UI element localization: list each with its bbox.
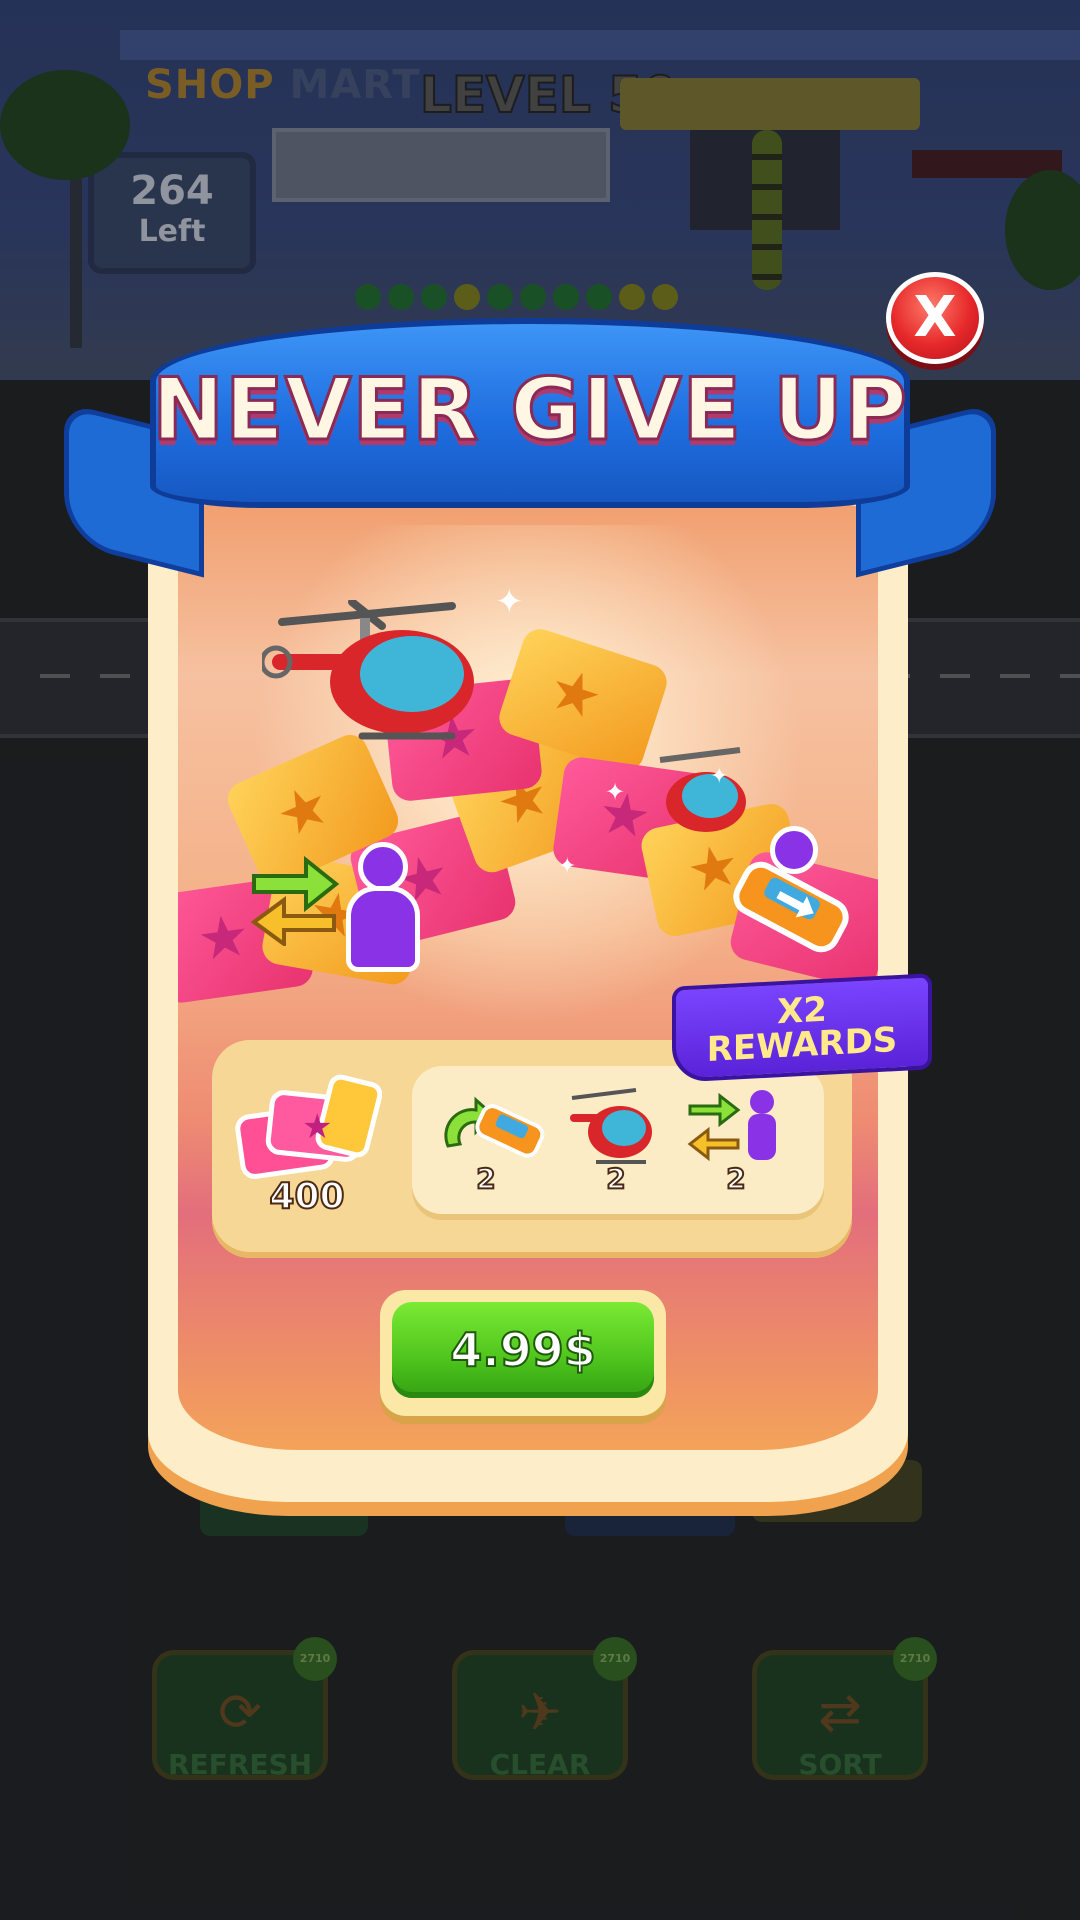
- sparkle-icon: ✦: [710, 764, 729, 789]
- ticket-amount: 400: [268, 1175, 345, 1218]
- svg-text:★: ★: [302, 1107, 332, 1147]
- sort-booster-count: 2: [725, 1161, 746, 1196]
- purchase-price[interactable]: 4.99$: [392, 1302, 654, 1398]
- sort-booster: 2: [686, 1086, 786, 1206]
- offer-title: NEVER GIVE UP: [151, 359, 909, 462]
- purchase-button[interactable]: 4.99$: [380, 1290, 666, 1416]
- refresh-booster-count: 2: [475, 1161, 496, 1196]
- clear-booster-count: 2: [605, 1161, 626, 1196]
- purple-figure-icon: [336, 842, 426, 972]
- ticket-icon: ★: [235, 1074, 382, 1179]
- car-icon: [733, 861, 849, 953]
- swap-arrows-icon: [250, 855, 340, 946]
- refresh-car-icon: [444, 1096, 545, 1158]
- close-button[interactable]: X: [886, 272, 984, 364]
- sparkle-icon: ✦: [495, 582, 524, 622]
- sparkle-icon: ✦: [558, 854, 577, 879]
- helicopter-icon: [570, 1088, 652, 1164]
- swap-figure-icon: [687, 1090, 776, 1162]
- x2-rewards-badge: X2 REWARDS: [672, 973, 932, 1083]
- helicopter-icon: [659, 747, 746, 832]
- helicopter-icon: [262, 600, 474, 740]
- clear-booster: 2: [566, 1086, 666, 1206]
- sparkle-icon: ✦: [605, 778, 626, 806]
- refresh-booster: 2: [436, 1086, 545, 1206]
